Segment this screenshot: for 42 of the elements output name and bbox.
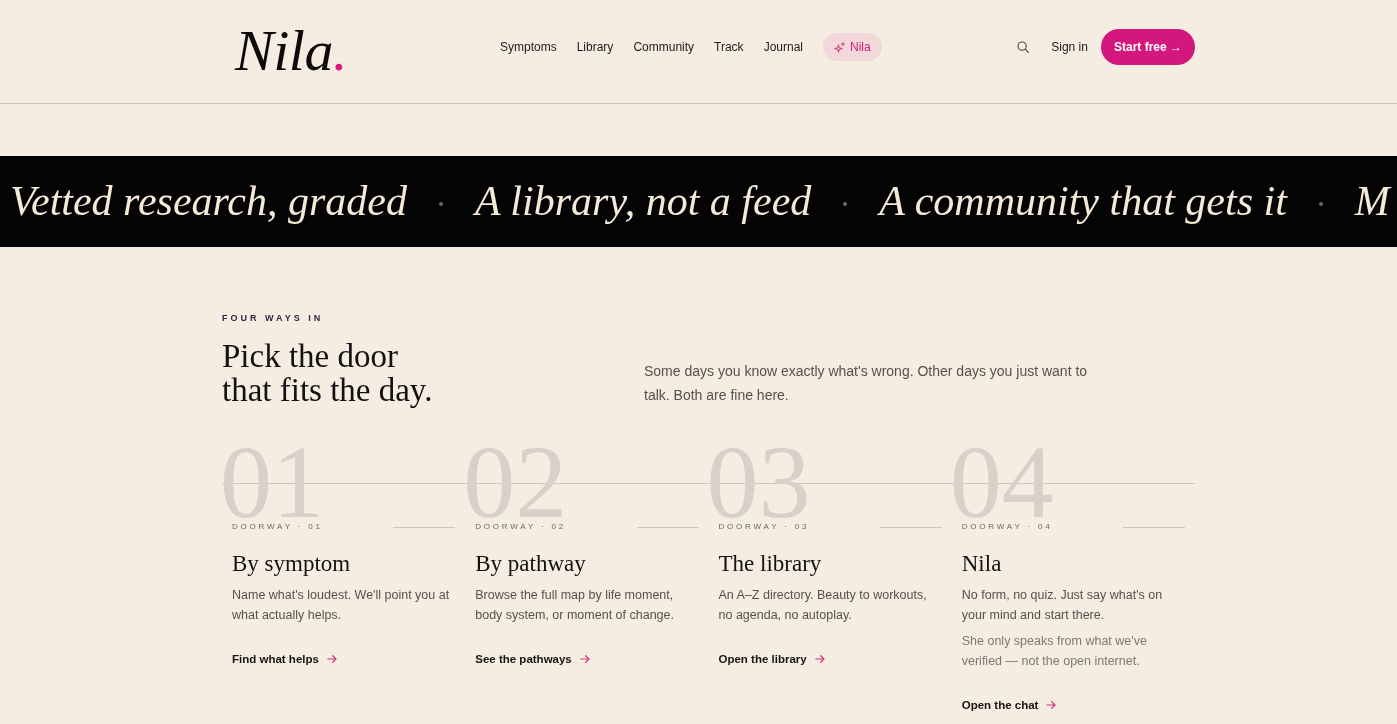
doorway-description: An A–Z directory. Beauty to workouts, no agenda, no autoplay. — [718, 587, 928, 624]
doorway-label: DOORWAY · 02 — [475, 522, 566, 532]
doorway-title: By pathway — [475, 550, 587, 578]
nav-link[interactable]: Library — [576, 40, 614, 54]
doorway-link[interactable]: Open the library — [718, 651, 825, 667]
separator-dot-icon — [438, 201, 443, 206]
nav-link[interactable]: Track — [714, 40, 744, 54]
section-heading: Pick the door that fits the day. — [222, 339, 434, 407]
arrow-right-icon — [1046, 700, 1057, 710]
arrow-right-icon — [814, 654, 825, 664]
doorway-link[interactable]: Open the chat — [961, 697, 1057, 713]
doorway-label: DOORWAY · 03 — [718, 522, 810, 532]
logo[interactable]: Nila. — [235, 18, 347, 83]
arrow-right-icon — [579, 654, 590, 664]
section-eyebrow: FOUR WAYS IN — [222, 312, 324, 324]
doorway-title: The library — [718, 550, 823, 578]
nav-link[interactable]: Journal — [763, 40, 803, 54]
doorway-label: DOORWAY · 01 — [232, 522, 323, 532]
doorway-title: By symptom — [232, 550, 352, 578]
sparkle-icon — [834, 41, 845, 53]
doorway-description: No form, no quiz. Just say what's on your mind and start there. — [961, 587, 1164, 624]
doorway-title: Nila — [961, 550, 1003, 578]
search-icon[interactable] — [1017, 41, 1030, 53]
sign-in-link[interactable]: Sign in — [1051, 40, 1088, 54]
marquee-text: M — [1354, 178, 1390, 225]
doorway-link[interactable]: See the pathways — [475, 651, 590, 667]
nav-link[interactable]: Community — [633, 40, 695, 54]
doorway-label: DOORWAY · 04 — [961, 522, 1053, 532]
marquee-text: A library, not a feed — [474, 178, 812, 225]
doorway-description: Name what's loudest. We'll point you at what actually helps. — [232, 587, 451, 624]
intro-text: Some days you know exactly what's wrong. Other days you just want to talk. Both are fine here. — [644, 362, 1089, 405]
separator-dot-icon — [843, 201, 848, 206]
doorway-link[interactable]: Find what helps — [232, 651, 337, 667]
marquee-text: Vetted research, graded — [10, 178, 407, 225]
doorway-note: She only speaks from what we've verified — not the open internet. — [961, 633, 1148, 670]
separator-dot-icon — [1318, 201, 1323, 206]
arrow-right-icon — [326, 654, 337, 664]
nav-link[interactable]: Symptoms — [500, 40, 557, 54]
start-free-button[interactable]: Start free → — [1100, 29, 1195, 65]
marquee-text: A community that gets it — [879, 178, 1287, 225]
assistant-nav-button[interactable]: Nila — [823, 33, 882, 61]
doorway-description: Browse the full map by life moment, body system, or moment of change. — [475, 587, 675, 624]
